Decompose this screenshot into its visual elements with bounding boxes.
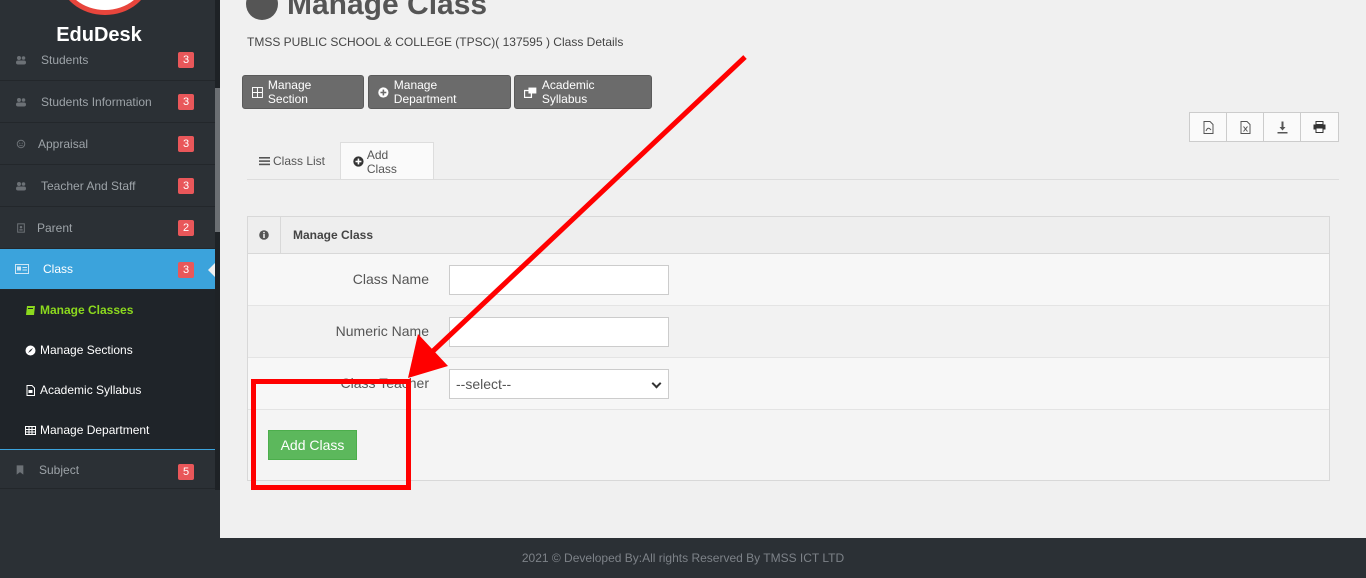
users-icon	[16, 55, 26, 64]
submenu-item-label: Manage Department	[40, 423, 150, 437]
logo	[60, 0, 150, 15]
count-badge: 3	[178, 52, 194, 68]
book-icon	[26, 305, 35, 315]
submenu-item-manage-department[interactable]: Manage Department	[0, 410, 215, 450]
button-label: Manage Department	[393, 78, 457, 106]
tab-label: Class List	[273, 154, 326, 168]
manage-section-button[interactable]: Manage Section	[242, 75, 364, 109]
form-row-numeric-name: Numeric Name	[248, 306, 1329, 358]
sidebar-item-label: Class	[43, 262, 74, 276]
footer: 2021 © Developed By:All rights Reserved …	[0, 538, 1366, 578]
page-title: Manage Class	[287, 0, 488, 21]
class-name-input[interactable]	[449, 265, 669, 295]
count-badge: 5	[178, 464, 194, 480]
sidebar-item-students[interactable]: Students 3	[0, 39, 215, 81]
button-label: Manage Section	[267, 78, 312, 106]
academic-syllabus-button[interactable]: Academic Syllabus	[514, 75, 652, 109]
export-pdf-button[interactable]	[1190, 113, 1227, 141]
export-toolbar	[1189, 112, 1339, 142]
count-badge: 3	[178, 94, 194, 110]
class-teacher-select[interactable]: --select--	[449, 369, 669, 399]
count-badge: 2	[178, 220, 194, 236]
file-pdf-icon	[1203, 120, 1213, 134]
tab-class-list[interactable]: Class List	[247, 142, 341, 180]
submenu-item-label: Academic Syllabus	[40, 383, 142, 397]
submenu-item-manage-classes[interactable]: Manage Classes	[0, 290, 215, 330]
sidebar-item-parent[interactable]: Parent 2	[0, 207, 215, 249]
select-value: --select--	[456, 376, 512, 392]
sidebar-item-label: Students	[41, 52, 89, 67]
sidebar: EduDesk Students 3 Students Information …	[0, 0, 220, 538]
annotation-highlight-box	[251, 379, 411, 490]
users-icon	[16, 181, 26, 190]
manage-department-button[interactable]: Manage Department	[368, 75, 511, 109]
table-icon	[25, 425, 36, 435]
page-subtitle: TMSS PUBLIC SCHOOL & COLLEGE (TPSC)( 137…	[247, 35, 624, 49]
sidebar-item-teacher-and-staff[interactable]: Teacher And Staff 3	[0, 165, 215, 207]
file-pdf-icon	[26, 384, 35, 396]
list-icon	[259, 157, 270, 166]
class-name-label: Class Name	[352, 271, 429, 287]
grid-icon	[252, 86, 263, 98]
compass-icon	[246, 0, 278, 20]
numeric-name-input[interactable]	[449, 317, 669, 347]
sidebar-item-class[interactable]: Class 3	[0, 249, 215, 290]
bookmark-icon	[16, 464, 24, 475]
panel-header: Manage Class	[248, 217, 1329, 254]
sidebar-item-label: Students Information	[41, 94, 152, 109]
plus-circle-icon	[353, 156, 364, 167]
count-badge: 3	[178, 178, 194, 194]
export-excel-button[interactable]	[1227, 113, 1264, 141]
users-icon	[16, 97, 26, 106]
numeric-name-label: Numeric Name	[335, 323, 429, 339]
info-icon	[259, 230, 269, 240]
compass-icon	[25, 345, 36, 355]
windows-icon	[524, 87, 537, 98]
panel-icon-box	[248, 217, 281, 253]
id-badge-icon	[17, 222, 25, 233]
download-button[interactable]	[1264, 113, 1301, 141]
sidebar-item-label: Parent	[37, 220, 73, 235]
sidebar-item-subject[interactable]: Subject 5	[0, 451, 215, 489]
tab-add-class[interactable]: Add Class	[340, 142, 434, 180]
sidebar-item-students-information[interactable]: Students Information 3	[0, 81, 215, 123]
sidebar-item-label: Teacher And Staff	[41, 178, 136, 193]
form-row-class-name: Class Name	[248, 254, 1329, 306]
class-submenu: Manage Classes Manage Sections Academic …	[0, 290, 215, 450]
sidebar-item-label: Subject	[39, 462, 80, 477]
smile-icon	[16, 139, 26, 148]
print-button[interactable]	[1301, 113, 1338, 141]
sidebar-item-label: Appraisal	[38, 136, 89, 151]
count-badge: 3	[178, 136, 194, 152]
tab-label: Add Class	[366, 147, 397, 176]
plus-circle-icon	[378, 86, 389, 98]
button-label: Academic Syllabus	[541, 78, 595, 106]
file-excel-icon	[1240, 120, 1250, 134]
download-icon	[1277, 121, 1287, 133]
submenu-item-label: Manage Classes	[40, 303, 134, 317]
submenu-item-academic-syllabus[interactable]: Academic Syllabus	[0, 370, 215, 410]
tab-divider	[247, 179, 1339, 180]
panel-title: Manage Class	[293, 228, 374, 242]
footer-text: 2021 © Developed By:All rights Reserved …	[521, 551, 845, 565]
chevron-down-icon	[651, 378, 662, 389]
id-card-icon	[15, 264, 29, 274]
submenu-item-manage-sections[interactable]: Manage Sections	[0, 330, 215, 370]
count-badge: 3	[178, 262, 194, 278]
print-icon	[1313, 121, 1326, 133]
submenu-item-label: Manage Sections	[40, 343, 133, 357]
sidebar-item-appraisal[interactable]: Appraisal 3	[0, 123, 215, 165]
